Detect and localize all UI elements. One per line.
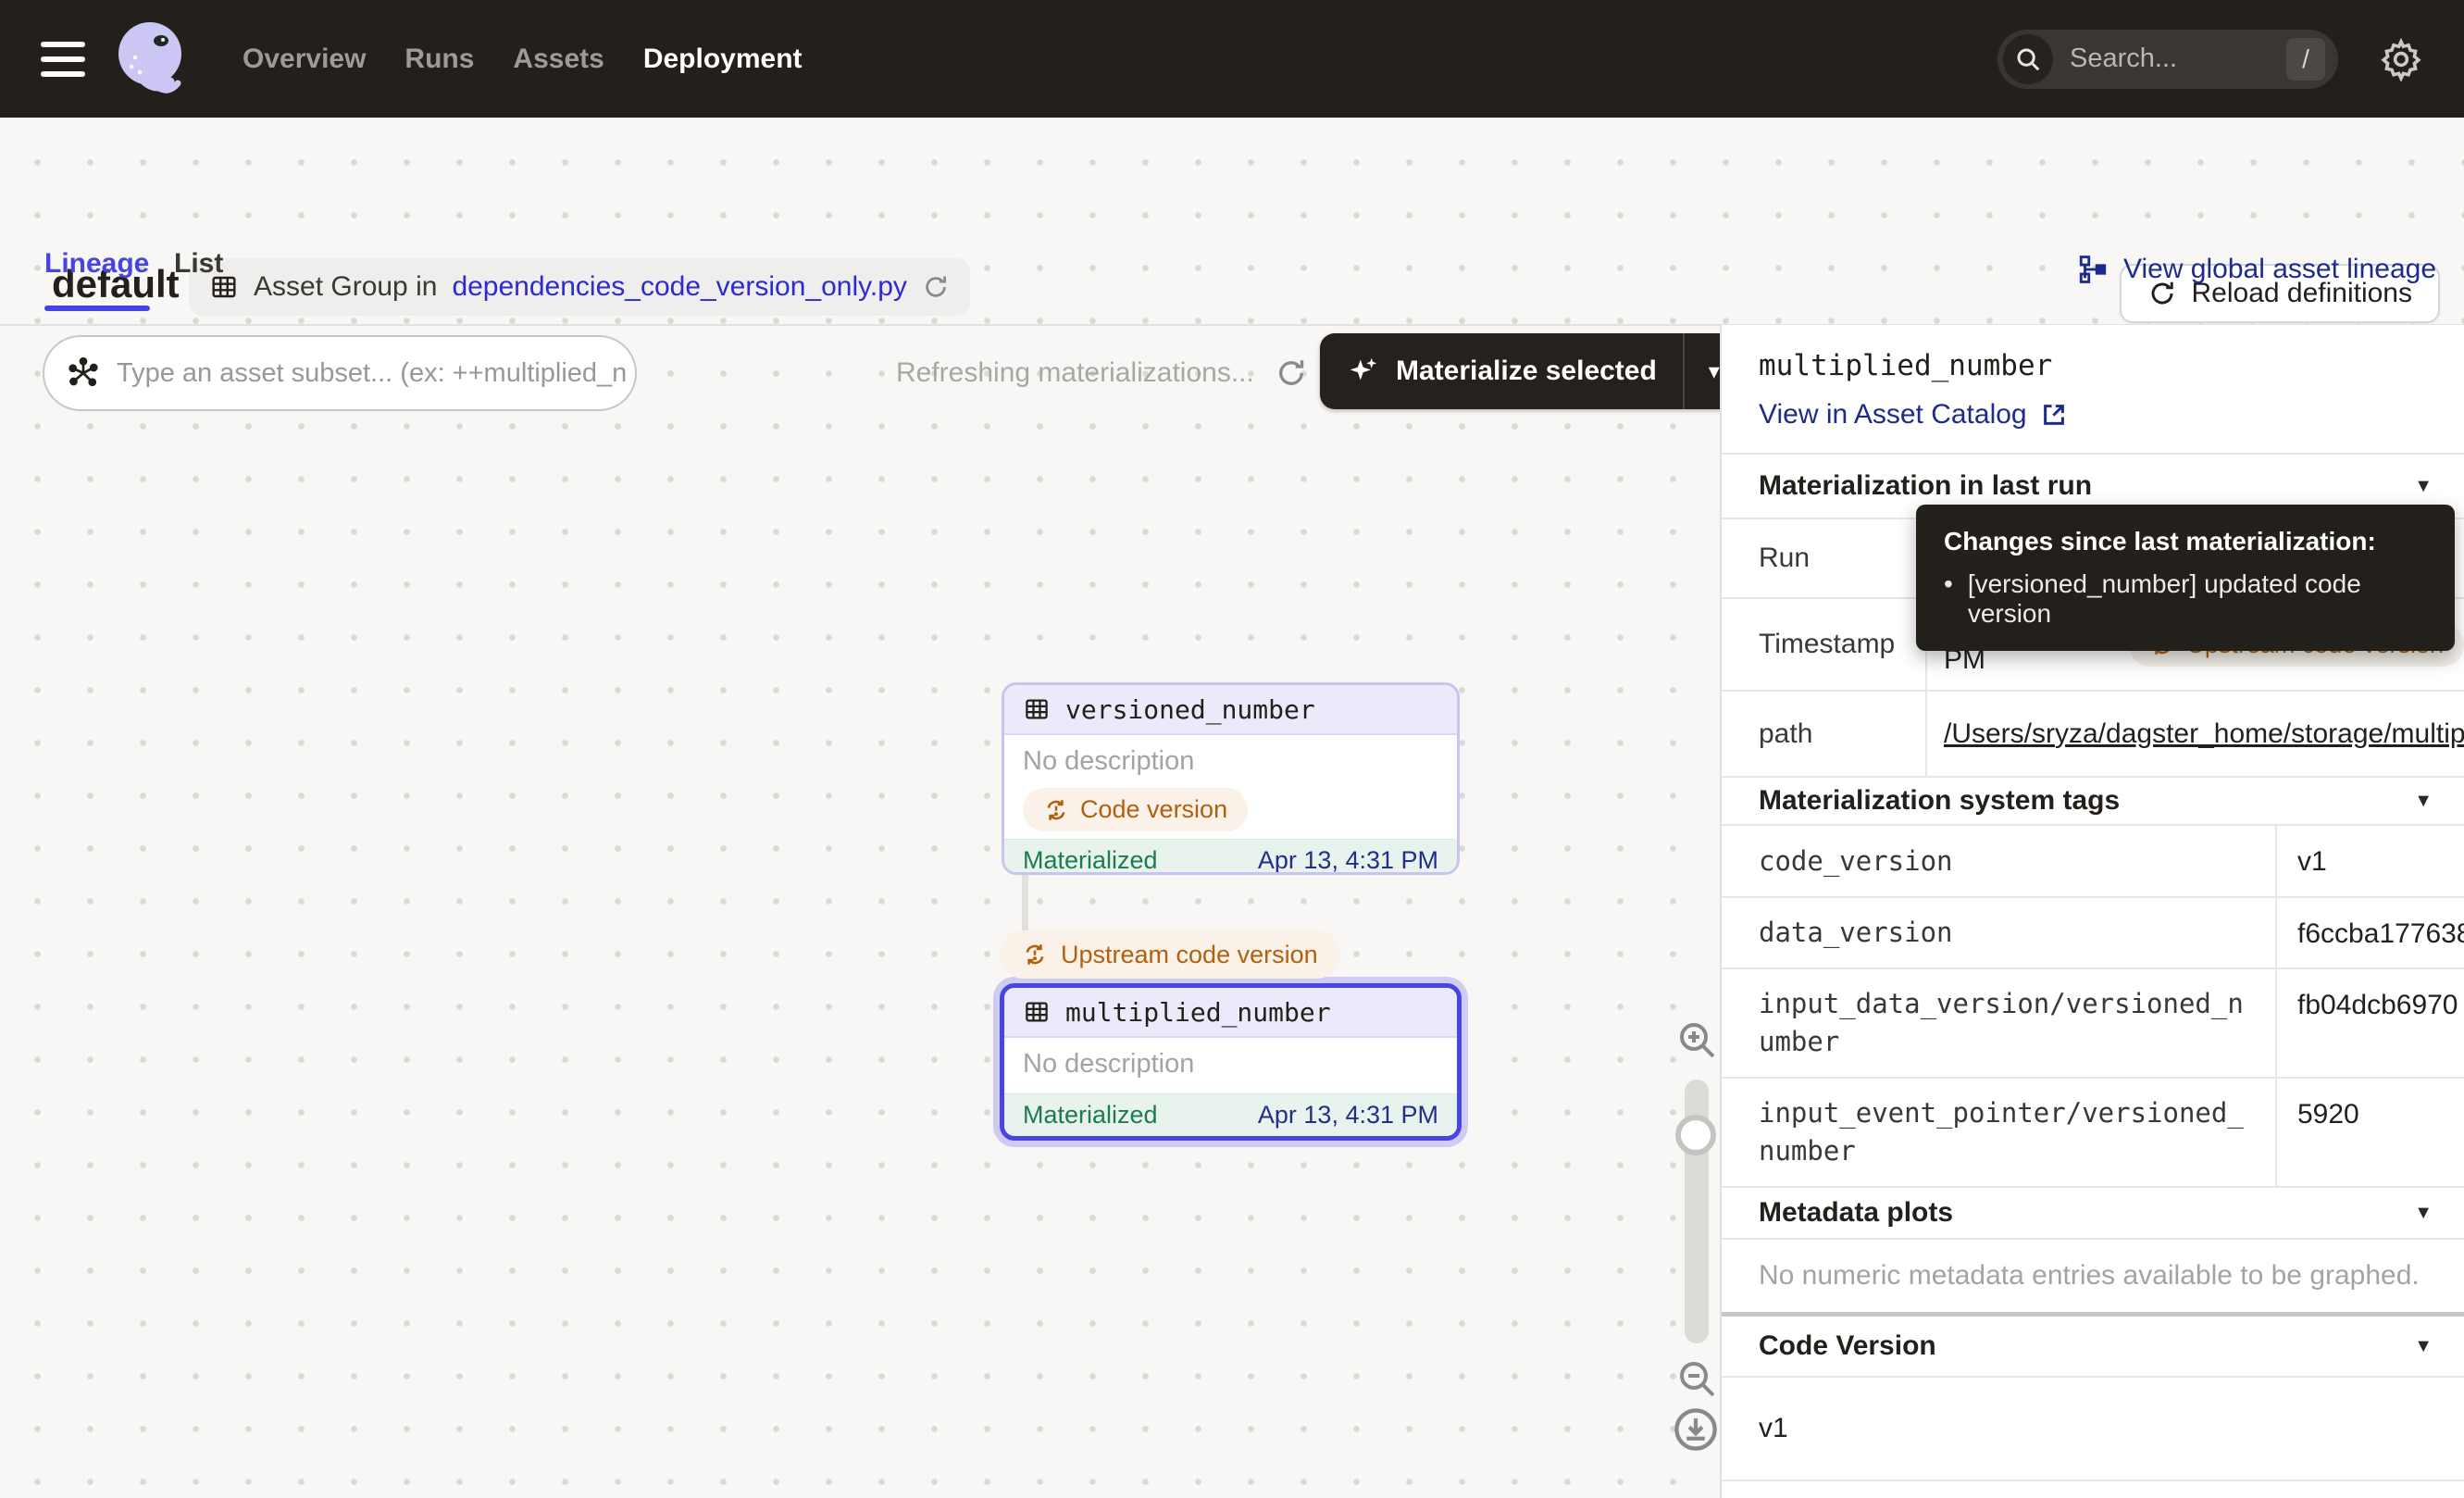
tag-key: data_version (1722, 898, 2277, 967)
nav-link-assets[interactable]: Assets (513, 44, 604, 75)
active-tab-underline (44, 306, 150, 311)
refreshing-label: Refreshing materializations... (896, 357, 1254, 389)
table-row-data-version: data_version f6ccba177638 (1722, 896, 2464, 967)
zoom-out-button[interactable] (1674, 1356, 1719, 1401)
table-grid-icon (1023, 695, 1051, 723)
table-row-input-event-pointer: input_event_pointer/versioned_number 592… (1722, 1077, 2464, 1186)
top-nav: Overview Runs Assets Deployment Search..… (0, 0, 2464, 118)
refreshing-spinner-icon (1275, 356, 1308, 390)
chevron-down-icon: ▼ (2414, 1203, 2433, 1224)
zoom-in-button[interactable] (1674, 1017, 1719, 1062)
changed-code-icon (1022, 942, 1048, 967)
materialized-timestamp-link[interactable]: Apr 13, 4:31 PM (1258, 1101, 1438, 1130)
row-label: Timestamp (1722, 599, 1927, 690)
section-title: Materialization in last run (1759, 470, 2092, 502)
nav-link-deployment[interactable]: Deployment (643, 44, 803, 75)
section-title: Metadata plots (1759, 1197, 1953, 1229)
node-header: versioned_number (1004, 685, 1457, 735)
tag-key: input_event_pointer/versioned_number (1722, 1079, 2277, 1186)
settings-gear-icon[interactable] (2379, 37, 2423, 81)
refreshing-status: Refreshing materializations... (896, 335, 1308, 411)
search-input[interactable]: Search... / (1997, 30, 2338, 89)
tag-value: 5920 (2277, 1079, 2464, 1186)
upstream-code-version-label: Upstream code version (1061, 941, 1318, 969)
node-footer: Materialized Apr 13, 4:31 PM (1004, 839, 1457, 875)
path-link[interactable]: /Users/sryza/dagster_home/storage/multip (1944, 718, 2464, 750)
materialize-selected-button[interactable]: Materialize selected (1320, 333, 1683, 409)
materialized-status: Materialized (1023, 1101, 1158, 1130)
node-title: versioned_number (1065, 694, 1315, 725)
asset-node-versioned-number[interactable]: versioned_number No description Code ver… (1002, 682, 1460, 875)
view-in-asset-catalog-label: View in Asset Catalog (1759, 399, 2027, 431)
materialized-timestamp-link[interactable]: Apr 13, 4:31 PM (1258, 846, 1438, 875)
row-label: Run (1722, 519, 1927, 597)
materialize-split-button: Materialize selected ▾ (1320, 333, 1744, 409)
zoom-slider-handle[interactable] (1675, 1115, 1716, 1155)
download-image-button[interactable] (1672, 1405, 1720, 1454)
tooltip-bullet: • (1944, 569, 1953, 629)
sparkle-icon (1346, 354, 1381, 389)
asset-subset-filter (43, 335, 637, 411)
view-global-asset-lineage-link[interactable]: View global asset lineage (2077, 254, 2436, 285)
tag-key: code_version (1722, 826, 2277, 896)
table-row-path: path /Users/sryza/dagster_home/storage/m… (1722, 690, 2464, 776)
tag-value: fb04dcb6970 (2277, 969, 2464, 1077)
asset-node-multiplied-number[interactable]: multiplied_number No description Materia… (1000, 983, 1462, 1141)
table-row-code-version: code_version v1 (1722, 824, 2464, 896)
table-grid-icon (1023, 998, 1051, 1026)
menu-icon[interactable] (41, 42, 85, 77)
upstream-code-version-tag: Upstream code version (1000, 930, 1340, 979)
asset-detail-panel: multiplied_number View in Asset Catalog … (1720, 325, 2464, 1498)
page-header: default Asset Group in dependencies_code… (0, 118, 2464, 231)
chevron-down-icon: ▼ (2414, 1336, 2433, 1357)
node-title: multiplied_number (1065, 997, 1331, 1028)
search-icon (2003, 34, 2053, 84)
asset-subset-input[interactable] (117, 358, 626, 389)
tabs-row: Lineage List View global asset lineage (0, 231, 2464, 326)
section-metadata-plots[interactable]: Metadata plots ▼ (1722, 1186, 2464, 1238)
panel-asset-title: multiplied_number (1759, 349, 2464, 382)
view-in-asset-catalog-link[interactable]: View in Asset Catalog (1759, 399, 2068, 431)
chevron-down-icon: ▼ (2414, 476, 2433, 497)
tag-key: input_data_version/versioned_number (1722, 969, 2277, 1077)
tag-value: f6ccba177638 (2277, 898, 2464, 967)
section-title: Code Version (1759, 1330, 1936, 1362)
section-code-version[interactable]: Code Version ▼ (1722, 1317, 2464, 1376)
materialize-selected-label: Materialize selected (1396, 356, 1657, 387)
code-version-value: v1 (1722, 1376, 2464, 1479)
section-config[interactable]: Config (1722, 1479, 2464, 1498)
nav-link-runs[interactable]: Runs (404, 44, 474, 75)
nav-links: Overview Runs Assets Deployment (243, 44, 803, 75)
search-placeholder: Search... (2070, 44, 2286, 74)
tooltip-text: [versioned_number] updated code version (1968, 569, 2427, 629)
node-footer: Materialized Apr 13, 4:31 PM (1004, 1093, 1457, 1136)
row-label: path (1722, 692, 1927, 776)
section-title: Materialization system tags (1759, 785, 2120, 817)
tab-list[interactable]: List (174, 248, 223, 280)
dagster-logo-icon[interactable] (109, 17, 194, 102)
search-shortcut-badge: / (2286, 38, 2325, 81)
node-description: No description (1023, 746, 1438, 777)
chevron-down-icon: ▼ (2414, 791, 2433, 812)
external-link-icon (2040, 401, 2068, 429)
node-header: multiplied_number (1004, 988, 1457, 1038)
changes-tooltip: Changes since last materialization: • [v… (1916, 505, 2455, 651)
materialized-status: Materialized (1023, 846, 1158, 875)
changed-code-icon (1043, 797, 1069, 823)
tab-lineage[interactable]: Lineage (44, 248, 149, 280)
tooltip-title: Changes since last materialization: (1944, 527, 2427, 556)
tag-value: v1 (2277, 826, 2464, 896)
code-version-tag: Code version (1023, 788, 1248, 831)
view-global-asset-lineage-label: View global asset lineage (2123, 254, 2436, 285)
lineage-graph-icon (2077, 254, 2109, 285)
section-title: Config (1759, 1494, 1847, 1498)
code-version-tag-label: Code version (1080, 795, 1227, 824)
table-row-input-data-version: input_data_version/versioned_number fb04… (1722, 967, 2464, 1077)
node-description: No description (1023, 1049, 1438, 1080)
metadata-plots-empty-message: No numeric metadata entries available to… (1722, 1238, 2464, 1312)
section-materialization-system-tags[interactable]: Materialization system tags ▼ (1722, 776, 2464, 824)
asset-graph-filter-icon (67, 356, 100, 390)
nav-link-overview[interactable]: Overview (243, 44, 366, 75)
